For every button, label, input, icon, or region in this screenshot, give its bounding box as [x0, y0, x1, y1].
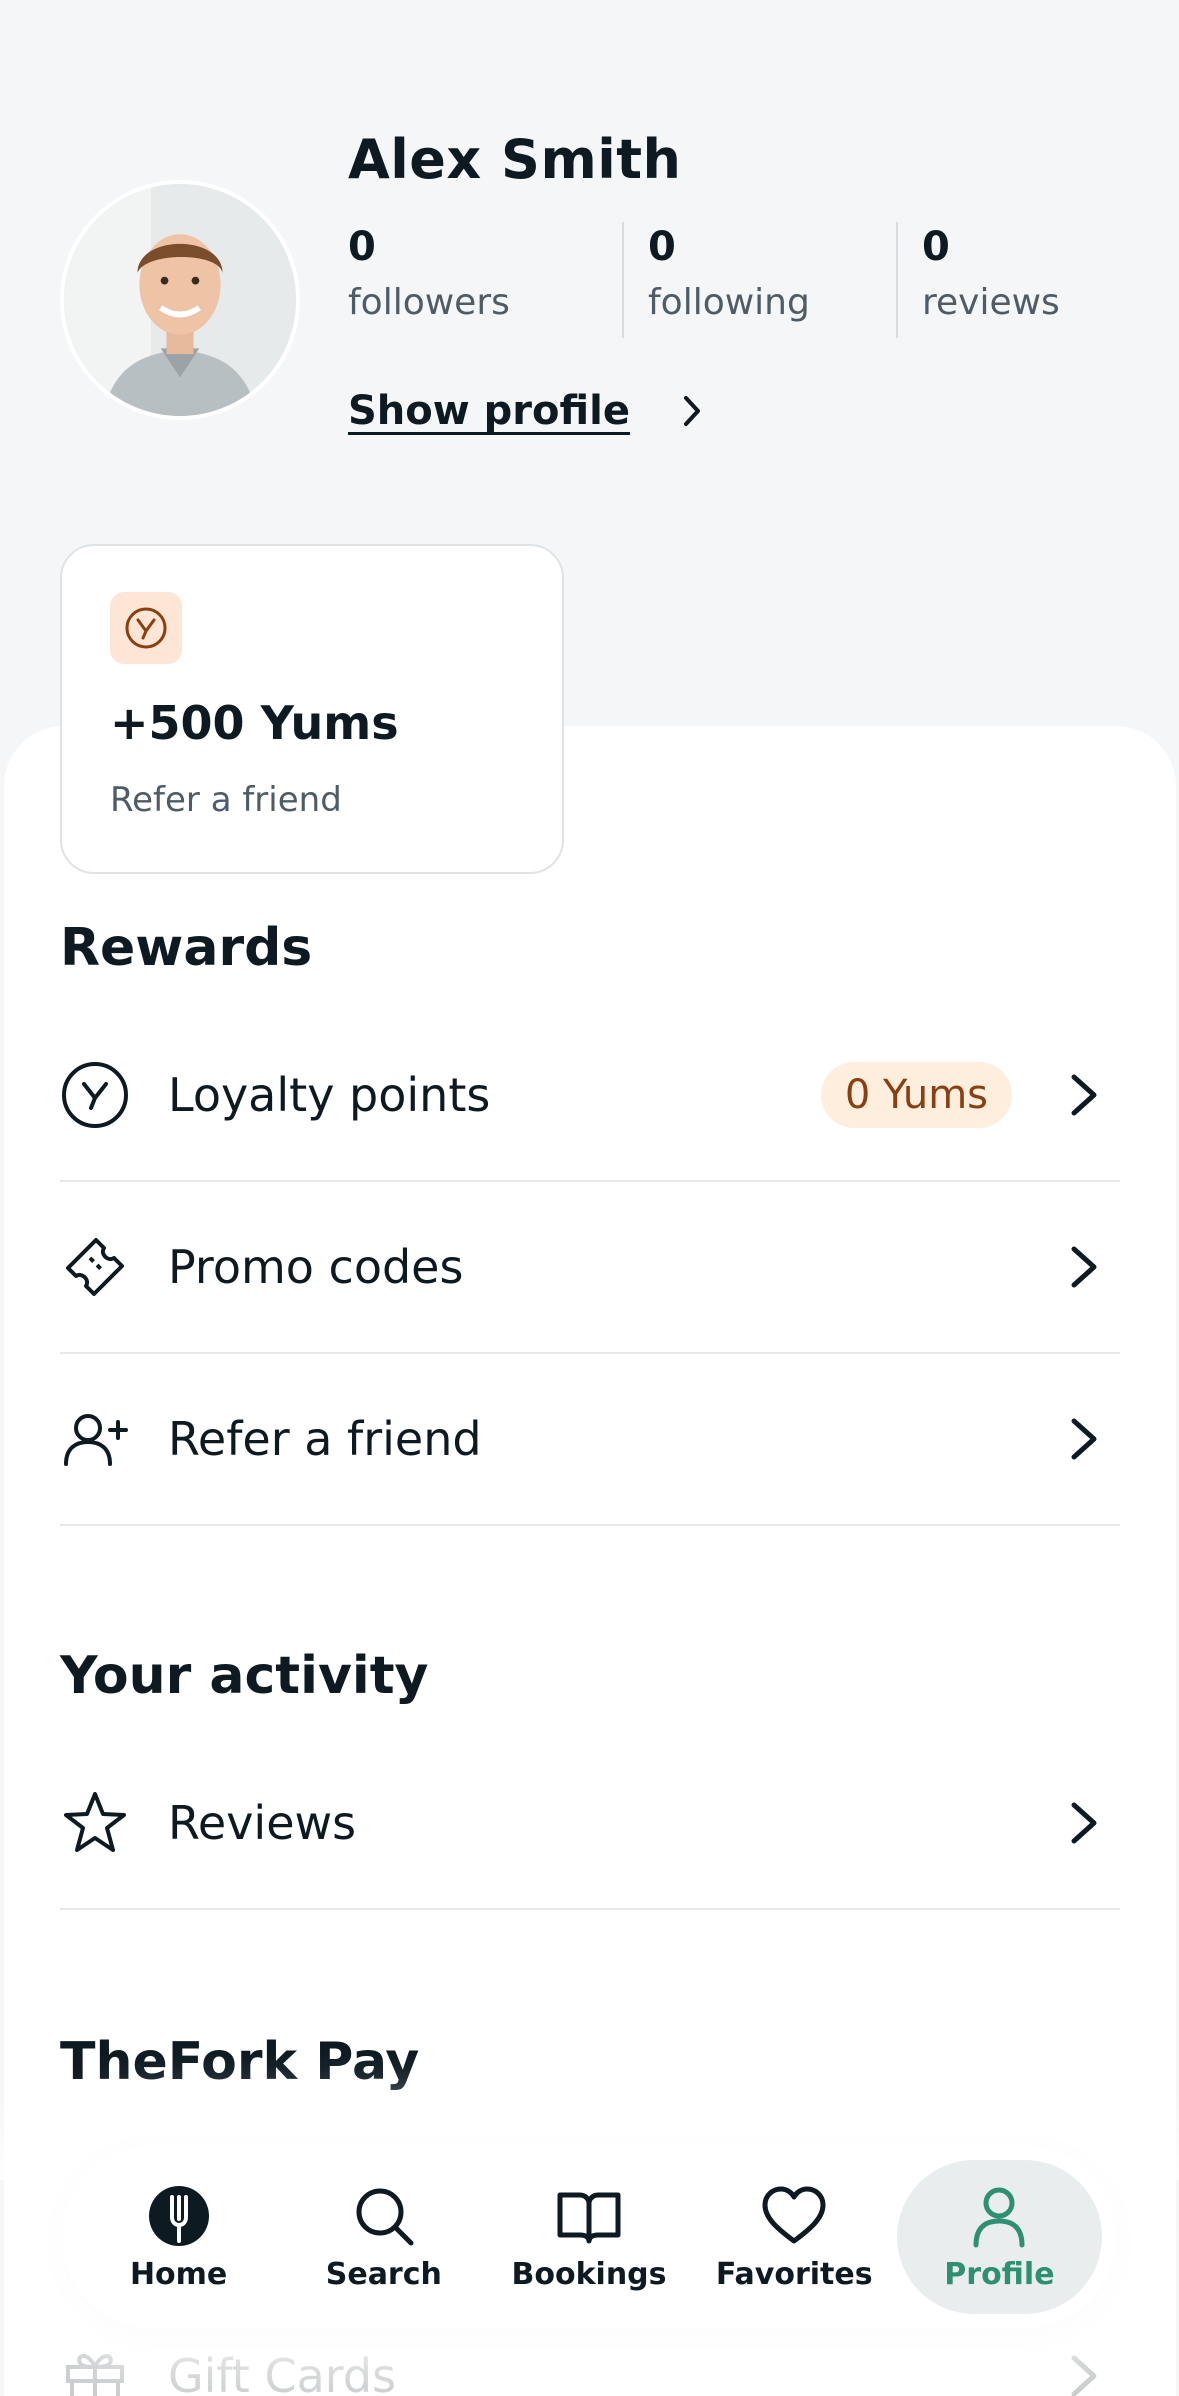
chevron-right-icon	[1071, 1802, 1097, 1844]
stat-value: 0	[348, 224, 376, 270]
tab-label: Favorites	[715, 2256, 873, 2292]
show-profile-label: Show profile	[348, 388, 630, 434]
chevron-right-icon	[1071, 1074, 1097, 1116]
thefork-home-icon	[148, 2185, 209, 2246]
yums-circle-icon	[60, 1059, 132, 1131]
user-name: Alex Smith	[348, 128, 682, 191]
row-reviews[interactable]: Reviews	[60, 1738, 1120, 1910]
stat-value: 0	[922, 224, 950, 270]
chevron-right-icon	[683, 396, 700, 426]
star-icon	[60, 1787, 132, 1859]
book-icon	[557, 2192, 621, 2243]
chevron-right-icon	[1071, 1246, 1097, 1288]
tab-label: Home	[129, 2256, 228, 2292]
tab-label: Search	[325, 2256, 442, 2292]
tab-bookings[interactable]: Bookings	[486, 2160, 691, 2314]
profile-stats: 0 followers 0 following 0 reviews	[348, 222, 1170, 338]
tab-label: Bookings	[511, 2256, 667, 2292]
tab-profile[interactable]: Profile	[896, 2160, 1103, 2314]
bottom-tab-bar: Home Search Bookings Favorites Profile	[62, 2146, 1116, 2328]
thefork-pay-section-title: TheFork Pay	[60, 2032, 420, 2092]
row-label: Refer a friend	[168, 1412, 482, 1466]
search-icon	[356, 2188, 414, 2245]
gift-icon	[60, 2340, 132, 2396]
activity-section-title: Your activity	[60, 1646, 429, 1706]
yums-badge: 0 Yums	[820, 1062, 1012, 1128]
avatar[interactable]	[60, 180, 300, 420]
row-promo-codes[interactable]: Promo codes	[60, 1182, 1120, 1354]
show-profile-link[interactable]: Show profile	[348, 388, 706, 434]
row-label: Loyalty points	[168, 1068, 491, 1122]
row-label: Gift Cards	[168, 2349, 397, 2396]
chevron-right-icon	[1071, 1418, 1097, 1460]
tab-search[interactable]: Search	[281, 2160, 486, 2314]
chevron-right-icon	[1071, 2355, 1097, 2396]
person-icon	[973, 2187, 1025, 2247]
row-refer-a-friend[interactable]: Refer a friend	[60, 1354, 1120, 1526]
tab-label: Profile	[944, 2256, 1055, 2292]
stat-label: following	[648, 282, 810, 323]
rewards-section-title: Rewards	[60, 918, 313, 978]
row-label: Reviews	[168, 1796, 357, 1850]
stat-value: 0	[648, 224, 676, 270]
row-loyalty-points[interactable]: Loyalty points 0 Yums	[60, 1010, 1120, 1182]
refer-yums-card[interactable]: +500 Yums Refer a friend	[60, 544, 564, 874]
stat-label: followers	[348, 282, 510, 323]
user-plus-icon	[60, 1403, 132, 1475]
heart-icon	[762, 2186, 826, 2243]
stat-reviews[interactable]: 0 reviews	[896, 222, 1170, 338]
stat-followers[interactable]: 0 followers	[348, 222, 622, 334]
yums-card-subtitle: Refer a friend	[110, 780, 342, 820]
row-label: Promo codes	[168, 1240, 464, 1294]
yums-card-title: +500 Yums	[110, 696, 399, 750]
ticket-icon	[60, 1231, 132, 1303]
avatar-photo	[64, 184, 296, 416]
tab-favorites[interactable]: Favorites	[692, 2160, 897, 2314]
stat-following[interactable]: 0 following	[622, 222, 896, 338]
yums-coin-icon	[110, 592, 182, 664]
stat-label: reviews	[922, 282, 1060, 323]
tab-home[interactable]: Home	[76, 2160, 281, 2314]
